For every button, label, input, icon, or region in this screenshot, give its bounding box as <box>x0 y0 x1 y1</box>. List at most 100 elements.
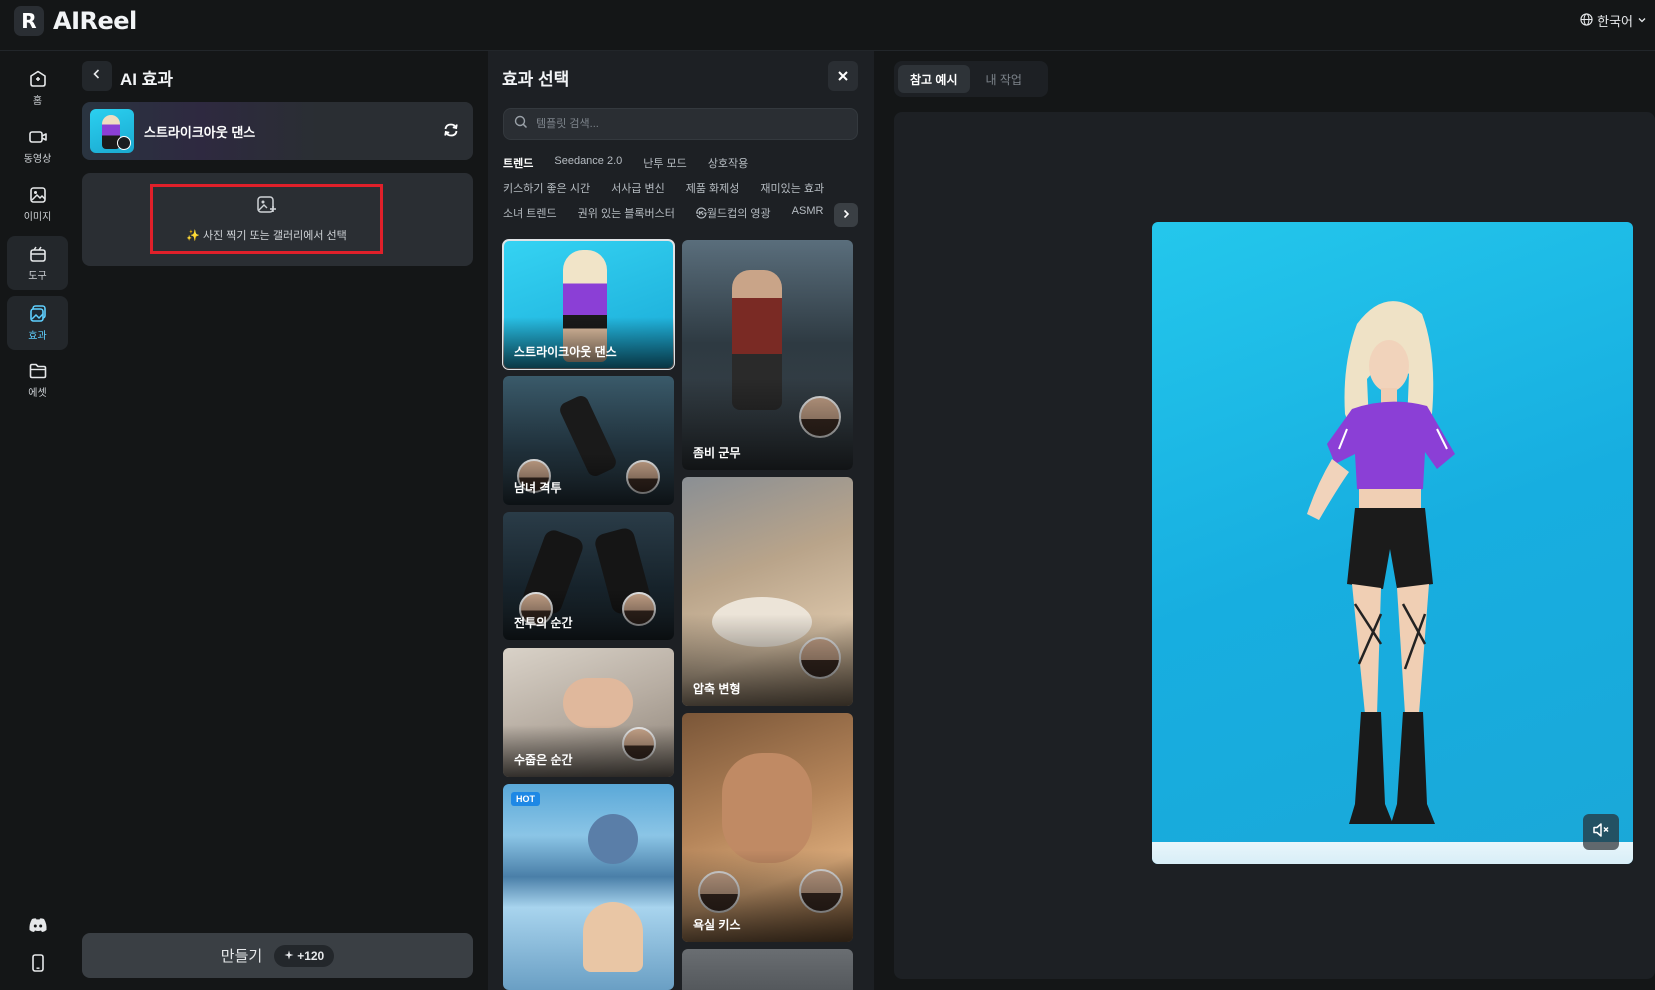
page-title: AI 효과 <box>120 70 174 89</box>
template-search[interactable] <box>503 108 858 140</box>
top-header: R AIReel 한국어 <box>0 0 1655 51</box>
effect-card-zombie-dance[interactable]: 좀비 군무 <box>682 240 853 470</box>
sidebar-item-label: 동영상 <box>23 154 52 165</box>
dancer-figure <box>1307 301 1455 824</box>
effect-card-battle-moment[interactable]: 전투의 순간 <box>503 512 674 640</box>
preview-tabs: 참고 예시 내 작업 <box>894 61 1048 97</box>
home-icon <box>28 69 48 89</box>
tags-scroll-next-button[interactable] <box>834 203 858 227</box>
photo-upload-target[interactable]: ✨ 사진 찍기 또는 갤러리에서 선택 <box>150 184 383 254</box>
effect-card-couple-fight[interactable]: 남녀 격투 <box>503 376 674 505</box>
tag-asmr[interactable]: ASMR <box>792 205 824 221</box>
tag-world-cup[interactable]: ㉿월드컵의 영광 <box>696 205 771 221</box>
tag-girl-trend[interactable]: 소녀 트렌드 <box>503 205 557 221</box>
discord-button[interactable] <box>7 908 68 942</box>
back-button[interactable] <box>82 61 112 91</box>
preview-video[interactable] <box>1152 222 1633 864</box>
close-button[interactable] <box>828 61 858 91</box>
close-icon <box>837 66 849 87</box>
preview-panel <box>894 112 1655 979</box>
brand-name: AIReel <box>53 7 137 35</box>
tag-product-buzz[interactable]: 제품 화제성 <box>686 180 740 196</box>
mute-button[interactable] <box>1583 814 1619 850</box>
ai-effect-panel: AI 효과 스트라이크아웃 댄스 ✨ 사진 찍기 또는 갤러리에서 선택 만들기… <box>72 51 484 990</box>
credit-cost: +120 <box>297 948 325 963</box>
tab-reference-example[interactable]: 참고 예시 <box>898 65 970 93</box>
sidebar-item-tools[interactable]: 도구 <box>7 236 68 290</box>
create-label: 만들기 <box>220 948 263 965</box>
effect-card-partial[interactable] <box>682 949 853 990</box>
effect-card-shy-moment[interactable]: 수줍은 순간 <box>503 648 674 777</box>
mobile-app-button[interactable] <box>7 946 68 980</box>
sidebar-item-image[interactable]: 이미지 <box>7 177 68 231</box>
video-icon <box>28 127 48 147</box>
tools-icon <box>28 244 48 264</box>
icon-sidebar: 홈 동영상 이미지 도구 효과 에셋 <box>0 51 72 990</box>
stage-floor <box>1152 842 1633 864</box>
discord-icon <box>28 917 48 933</box>
sparkle-icon <box>284 949 294 963</box>
tag-brawl-mode[interactable]: 난투 모드 <box>643 155 687 171</box>
effect-card-caption: 좀비 군무 <box>693 446 741 460</box>
image-icon <box>28 185 48 205</box>
tag-blockbuster[interactable]: 권위 있는 블록버스터 <box>578 205 675 221</box>
sidebar-item-label: 도구 <box>28 271 47 282</box>
selected-effect-name: 스트라이크아웃 댄스 <box>144 125 256 140</box>
effect-select-panel: 효과 선택 트렌드 Seedance 2.0 난투 모드 상호작용 키스하기 좋… <box>488 51 874 990</box>
tab-my-works[interactable]: 내 작업 <box>974 65 1034 93</box>
search-input[interactable] <box>536 118 836 130</box>
sidebar-item-label: 효과 <box>28 331 47 342</box>
create-button[interactable]: 만들기 +120 <box>82 933 473 978</box>
tag-kiss-time[interactable]: 키스하기 좋은 시간 <box>503 180 590 196</box>
tag-trend[interactable]: 트렌드 <box>503 155 533 171</box>
sidebar-item-home[interactable]: 홈 <box>7 61 68 115</box>
sidebar-item-label: 에셋 <box>28 388 47 399</box>
category-tags-row-2: 키스하기 좋은 시간 서사급 변신 제품 화제성 재미있는 효과 <box>503 180 824 196</box>
effect-card-bath-kiss[interactable]: 욕실 키스 <box>682 713 853 942</box>
upload-instructions: ✨ 사진 찍기 또는 갤러리에서 선택 <box>186 230 347 242</box>
hot-badge: HOT <box>511 792 540 806</box>
add-image-icon <box>256 195 278 220</box>
effect-card-caption: 스트라이크아웃 댄스 <box>514 345 617 359</box>
swap-icon[interactable] <box>441 120 461 145</box>
preview-area: 참고 예시 내 작업 <box>878 51 1655 990</box>
effect-select-title: 효과 선택 <box>502 70 570 89</box>
sidebar-item-assets[interactable]: 에셋 <box>7 353 68 407</box>
effects-icon <box>28 304 48 324</box>
effect-card-caption: 남녀 격투 <box>514 481 562 495</box>
tag-interaction[interactable]: 상호작용 <box>708 155 748 171</box>
category-tags-row-1: 트렌드 Seedance 2.0 난투 모드 상호작용 <box>503 155 748 171</box>
photo-upload-area[interactable]: ✨ 사진 찍기 또는 갤러리에서 선택 <box>82 173 473 266</box>
language-label: 한국어 <box>1597 14 1633 29</box>
credit-cost-badge: +120 <box>274 944 335 967</box>
sidebar-item-label: 홈 <box>32 96 43 107</box>
tag-fun-effects[interactable]: 재미있는 효과 <box>760 180 824 196</box>
effect-card-compress-transform[interactable]: 압축 변형 <box>682 477 853 706</box>
globe-icon <box>1580 12 1593 29</box>
chevron-down-icon <box>1637 13 1647 28</box>
selected-effect-card[interactable]: 스트라이크아웃 댄스 <box>82 102 473 160</box>
logo[interactable]: R AIReel <box>14 6 137 36</box>
effect-card-hot-cartoon[interactable]: HOT <box>503 784 674 990</box>
tag-epic-transform[interactable]: 서사급 변신 <box>611 180 665 196</box>
effect-card-caption: 욕실 키스 <box>693 918 741 932</box>
tag-seedance[interactable]: Seedance 2.0 <box>554 155 622 171</box>
effect-card-caption: 압축 변형 <box>693 682 741 696</box>
effect-thumbnail <box>90 109 134 153</box>
effect-card-caption: 수줍은 순간 <box>514 753 573 767</box>
language-selector[interactable]: 한국어 <box>1580 11 1647 30</box>
folder-icon <box>28 361 48 381</box>
chevron-right-icon <box>841 206 851 224</box>
effect-card-strikeout-dance[interactable]: 스트라이크아웃 댄스 <box>502 239 675 370</box>
search-icon <box>514 115 528 134</box>
category-tags-row-3: 소녀 트렌드 권위 있는 블록버스터 ㉿월드컵의 영광 ASMR <box>503 205 823 221</box>
sidebar-item-effects[interactable]: 효과 <box>7 296 68 350</box>
effect-card-caption: 전투의 순간 <box>514 616 573 630</box>
sidebar-item-label: 이미지 <box>23 212 52 223</box>
sidebar-item-video[interactable]: 동영상 <box>7 119 68 173</box>
logo-mark: R <box>14 6 44 36</box>
speaker-muted-icon <box>1592 822 1610 843</box>
chevron-left-icon <box>91 67 103 85</box>
mobile-icon <box>30 953 46 973</box>
add-photo-icon <box>117 136 131 150</box>
